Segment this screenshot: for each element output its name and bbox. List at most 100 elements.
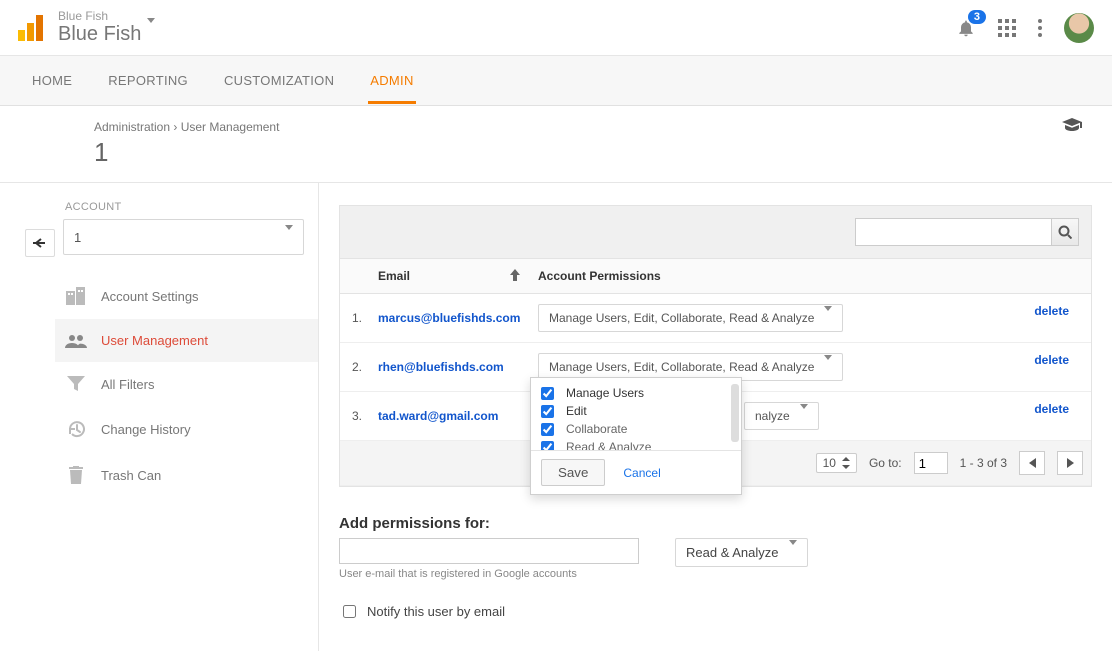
col-permissions: Account Permissions xyxy=(530,259,1091,294)
ga-logo xyxy=(18,15,44,41)
scrollbar[interactable] xyxy=(731,384,739,442)
add-permissions-title: Add permissions for: xyxy=(339,515,1092,532)
save-button[interactable]: Save xyxy=(541,459,605,486)
breadcrumb: Administration › User Management xyxy=(0,106,1112,135)
nav-home[interactable]: HOME xyxy=(30,57,74,104)
caret-down-icon xyxy=(824,360,832,374)
add-permissions-block: Add permissions for: User e-mail that is… xyxy=(339,515,1092,621)
sidebar-item-user-management[interactable]: User Management xyxy=(55,319,318,362)
notify-checkbox-row[interactable]: Notify this user by email xyxy=(339,602,1092,621)
sort-asc-icon[interactable] xyxy=(510,269,520,284)
user-email-link[interactable]: marcus@bluefishds.com xyxy=(378,311,520,325)
sidebar-label: Trash Can xyxy=(101,468,161,483)
graduation-icon[interactable] xyxy=(1062,118,1082,135)
perm-option-label: Edit xyxy=(566,404,587,418)
notification-badge: 3 xyxy=(968,10,986,24)
rows-value: 10 xyxy=(823,456,836,470)
permissions-value: Manage Users, Edit, Collaborate, Read & … xyxy=(549,311,814,325)
perm-checkbox[interactable] xyxy=(541,441,554,451)
col-email-label: Email xyxy=(378,269,410,283)
perm-option-label: Collaborate xyxy=(566,422,627,436)
prev-page-button[interactable] xyxy=(1019,451,1045,475)
notifications-button[interactable]: 3 xyxy=(956,18,976,38)
perm-checkbox[interactable] xyxy=(541,387,554,400)
sidebar-item-change-history[interactable]: Change History xyxy=(55,406,318,452)
building-icon xyxy=(65,287,87,305)
permissions-select[interactable]: Manage Users, Edit, Collaborate, Read & … xyxy=(538,304,843,332)
primary-nav: HOME REPORTING CUSTOMIZATION ADMIN xyxy=(0,56,1112,106)
users-icon xyxy=(65,334,87,348)
sidebar-section-label: ACCOUNT xyxy=(55,201,318,219)
perm-checkbox[interactable] xyxy=(541,423,554,436)
perm-option-read-analyze[interactable]: Read & Analyze xyxy=(541,438,739,450)
row-index: 3. xyxy=(340,392,370,441)
perm-option-label: Manage Users xyxy=(566,386,644,400)
avatar[interactable] xyxy=(1064,13,1094,43)
row-index: 1. xyxy=(340,294,370,343)
delete-link[interactable]: delete xyxy=(1034,402,1069,416)
caret-down-icon xyxy=(800,409,808,423)
account-selector[interactable]: 1 xyxy=(63,219,304,255)
goto-label: Go to: xyxy=(869,456,902,470)
notify-checkbox[interactable] xyxy=(343,605,356,618)
table-row: 2. rhen@bluefishds.com Manage Users, Edi… xyxy=(340,343,1091,392)
nav-reporting[interactable]: REPORTING xyxy=(106,57,190,104)
sidebar-item-trash-can[interactable]: Trash Can xyxy=(55,452,318,498)
filter-icon xyxy=(65,376,87,392)
users-table: Email Account Permissions 1. marcus@blue… xyxy=(340,259,1091,486)
sidebar-label: All Filters xyxy=(101,377,154,392)
user-email-link[interactable]: rhen@bluefishds.com xyxy=(378,360,504,374)
topbar: Blue Fish Blue Fish 3 xyxy=(0,0,1112,56)
nav-customization[interactable]: CUSTOMIZATION xyxy=(222,57,336,104)
page-number: 1 xyxy=(0,135,1112,182)
caret-down-icon xyxy=(285,230,293,245)
col-email[interactable]: Email xyxy=(370,259,530,294)
perm-option-collaborate[interactable]: Collaborate xyxy=(541,420,739,438)
notify-label: Notify this user by email xyxy=(367,604,505,619)
caret-down-icon xyxy=(824,311,832,325)
col-index xyxy=(340,259,370,294)
search-input[interactable] xyxy=(855,218,1051,246)
perm-checkbox[interactable] xyxy=(541,405,554,418)
sidebar-label: User Management xyxy=(101,333,208,348)
row-index: 2. xyxy=(340,343,370,392)
add-permission-select[interactable]: Read & Analyze xyxy=(675,538,808,567)
brand-small: Blue Fish xyxy=(58,10,155,22)
permissions-popover: Manage Users Edit Collabor xyxy=(530,377,742,495)
account-selected-value: 1 xyxy=(74,230,81,245)
apps-button[interactable] xyxy=(998,19,1016,37)
collapse-sidebar-button[interactable] xyxy=(25,229,55,257)
more-button[interactable] xyxy=(1038,19,1042,37)
permissions-value: nalyze xyxy=(755,409,790,423)
goto-input[interactable] xyxy=(914,452,948,474)
add-email-hint: User e-mail that is registered in Google… xyxy=(339,568,639,580)
sidebar-item-account-settings[interactable]: Account Settings xyxy=(55,273,318,319)
add-email-input[interactable] xyxy=(339,538,639,564)
cancel-link[interactable]: Cancel xyxy=(623,466,660,480)
range-text: 1 - 3 of 3 xyxy=(960,456,1007,470)
table-row: 1. marcus@bluefishds.com Manage Users, E… xyxy=(340,294,1091,343)
nav-admin[interactable]: ADMIN xyxy=(368,57,415,104)
perm-option-edit[interactable]: Edit xyxy=(541,402,739,420)
brand-selector[interactable]: Blue Fish Blue Fish xyxy=(58,10,155,46)
breadcrumb-current: User Management xyxy=(181,120,280,134)
perm-option-manage-users[interactable]: Manage Users xyxy=(541,384,739,402)
sidebar-item-all-filters[interactable]: All Filters xyxy=(55,362,318,406)
permissions-select[interactable]: nalyze xyxy=(744,402,819,430)
next-page-button[interactable] xyxy=(1057,451,1083,475)
caret-down-icon xyxy=(147,22,155,46)
delete-link[interactable]: delete xyxy=(1034,304,1069,318)
breadcrumb-root[interactable]: Administration xyxy=(94,120,170,134)
breadcrumb-sep: › xyxy=(173,120,177,134)
search-button[interactable] xyxy=(1051,218,1079,246)
user-email-link[interactable]: tad.ward@gmail.com xyxy=(378,409,498,423)
caret-down-icon xyxy=(789,545,797,560)
users-panel: Email Account Permissions 1. marcus@blue… xyxy=(339,205,1092,487)
brand-main-text: Blue Fish xyxy=(58,22,141,46)
history-icon xyxy=(65,420,87,438)
rows-per-page-select[interactable]: 10 xyxy=(816,453,857,473)
add-permission-value: Read & Analyze xyxy=(686,545,779,560)
permissions-value: Manage Users, Edit, Collaborate, Read & … xyxy=(549,360,814,374)
delete-link[interactable]: delete xyxy=(1034,353,1069,367)
sidebar-label: Account Settings xyxy=(101,289,199,304)
